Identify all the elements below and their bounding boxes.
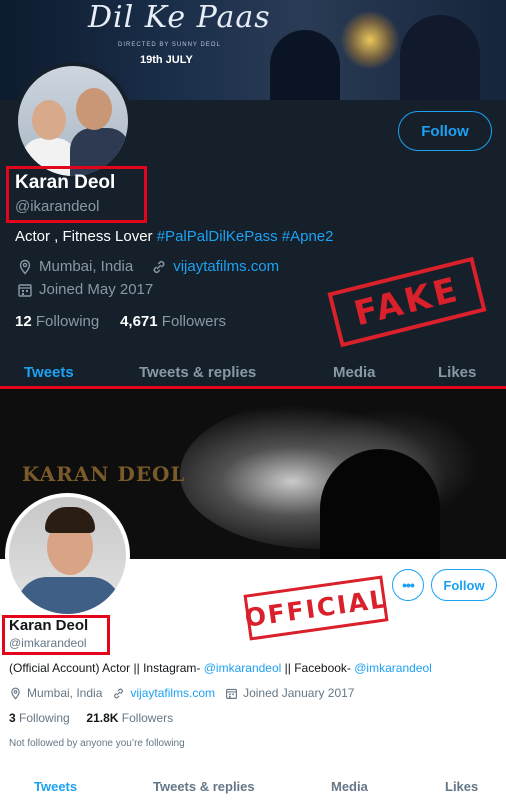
avatar-hair [45,507,95,533]
following-count: 3 [9,711,16,725]
profile-meta-row: Mumbai, India vijaytafilms.com Joined Ja… [9,686,364,700]
avatar-shirt [17,577,121,614]
profile-location-item: Mumbai, India [9,686,102,700]
follow-button[interactable]: Follow [398,111,492,151]
poster-figure-left [270,30,340,100]
bio-prefix: (Official Account) Actor || Instagram- [9,661,204,675]
profile-location: Mumbai, India [27,686,103,700]
official-stamp: OFFICIAL [242,575,390,641]
followers-label: Followers [161,313,226,330]
calendar-icon [225,687,238,700]
profile-joined-row: Joined May 2017 [17,281,153,298]
lantern-glow [340,10,400,70]
tab-tweets[interactable]: Tweets [34,779,77,794]
profile-location-website: Mumbai, India vijaytafilms.com [17,258,279,275]
bio-instagram-link[interactable]: @imkarandeol [204,661,282,675]
profile-website-item: vijaytafilms.com [112,686,215,700]
following-label: Following [35,313,100,330]
profile-handle: @ikarandeol [15,198,100,215]
avatar-person-left-face [32,100,66,140]
profile-handle: @imkarandeol [9,636,87,650]
profile-joined-date: Joined May 2017 [39,281,154,298]
profile-joined-item: Joined January 2017 [225,686,354,700]
location-pin-icon [9,687,22,700]
following-label: Following [19,711,70,725]
link-icon [151,259,167,275]
profile-counts: 12 Following 4,671 Followers [15,313,226,330]
avatar-person-right-face [76,88,112,130]
following-link[interactable]: 3 Following [9,711,70,725]
banner-silhouette [320,449,440,559]
followers-link[interactable]: 21.8K Followers [86,711,173,725]
tab-media[interactable]: Media [333,364,376,381]
tab-likes[interactable]: Likes [445,779,478,794]
profile-location: Mumbai, India [39,258,134,275]
profile-joined-date: Joined January 2017 [243,686,355,700]
profile-tabs: Tweets Tweets & replies Media Likes [0,358,506,388]
followers-count: 21.8K [86,711,119,725]
calendar-icon [17,282,33,298]
profile-bio: Actor , Fitness Lover #PalPalDilKePass #… [15,228,334,245]
poster-credit: DIRECTED BY SUNNY DEOL [118,42,221,48]
profile-name: Karan Deol [9,617,89,634]
profile-bio: (Official Account) Actor || Instagram- @… [9,661,432,675]
tab-tweets-replies[interactable]: Tweets & replies [139,364,256,381]
fake-stamp-text: FAKE [350,269,464,335]
official-stamp-text: OFFICIAL [242,583,390,633]
profile-website-link[interactable]: vijaytafilms.com [130,686,215,700]
tab-tweets[interactable]: Tweets [24,364,74,381]
link-icon [112,687,125,700]
following-count: 12 [15,313,32,330]
banner-title: KARAN DEOL [22,462,186,486]
tab-tweets-replies[interactable]: Tweets & replies [153,779,255,794]
bio-text: Actor , Fitness Lover [15,228,157,245]
official-profile-avatar[interactable] [5,493,130,618]
following-link[interactable]: 12 Following [15,313,99,330]
fake-profile-panel: Dil Ke Paas DIRECTED BY SUNNY DEOL 19th … [0,0,506,388]
bio-hashtags[interactable]: #PalPalDilKePass #Apne2 [157,228,334,245]
poster-title: Dil Ke Paas [88,0,271,35]
fake-profile-avatar[interactable] [14,62,132,180]
followers-link[interactable]: 4,671 Followers [120,313,226,330]
not-followed-note: Not followed by anyone you’re following [9,738,185,749]
profile-counts: 3 Following 21.8K Followers [9,711,173,725]
followers-count: 4,671 [120,313,158,330]
bio-facebook-link[interactable]: @imkarandeol [354,661,432,675]
bio-middle: || Facebook- [281,661,355,675]
profile-name: Karan Deol [15,172,116,193]
poster-date: 19th JULY [140,54,193,66]
location-pin-icon [17,259,33,275]
tab-media[interactable]: Media [331,779,368,794]
official-profile-panel: KARAN DEOL ••• Follow OFFICIAL Karan Deo… [0,389,506,800]
poster-figure-right [400,15,480,100]
fake-stamp: FAKE [327,256,487,348]
followers-label: Followers [121,711,174,725]
profile-website-link[interactable]: vijaytafilms.com [173,258,279,275]
tab-likes[interactable]: Likes [438,364,476,381]
follow-button[interactable]: Follow [431,569,497,601]
profile-tabs: Tweets Tweets & replies Media Likes [0,775,506,800]
more-options-button[interactable]: ••• [392,569,424,601]
